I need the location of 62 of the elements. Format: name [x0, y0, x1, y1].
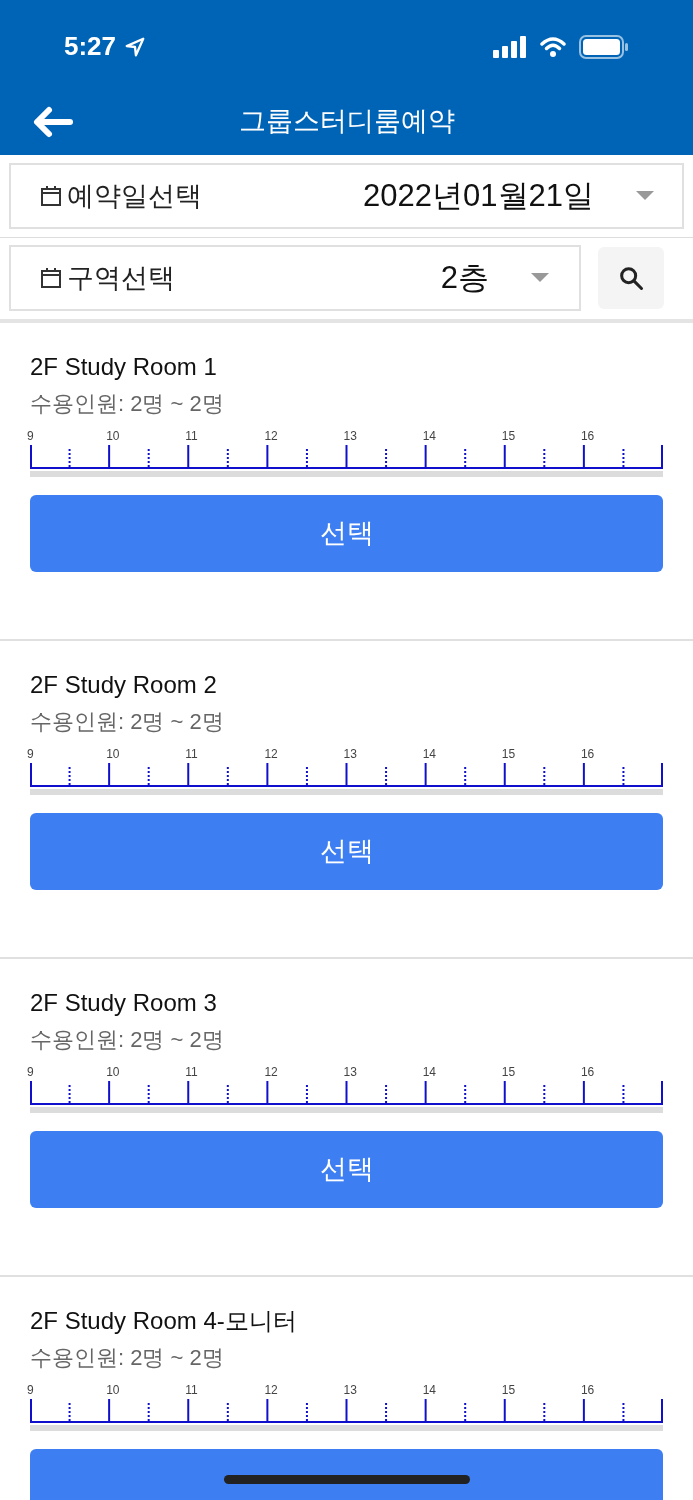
room-name: 2F Study Room 1 [30, 352, 218, 382]
hour-label: 10 [106, 1383, 120, 1397]
calendar-icon [39, 184, 63, 208]
select-button[interactable]: 선택 [30, 495, 663, 572]
hour-label: 12 [264, 747, 278, 761]
hour-label: 11 [185, 747, 198, 761]
hour-label: 9 [27, 1065, 34, 1079]
hour-label: 11 [185, 1065, 198, 1079]
date-select-value: 2022년01월21일 [363, 176, 594, 215]
search-button[interactable] [598, 247, 664, 309]
hour-label: 13 [343, 747, 357, 761]
hour-label: 9 [27, 747, 34, 761]
hour-label: 9 [27, 1383, 34, 1397]
hour-label: 12 [264, 1065, 278, 1079]
room-name: 2F Study Room 2 [30, 670, 218, 700]
wifi-icon [539, 35, 567, 58]
calendar-icon [39, 266, 63, 290]
hour-label: 15 [501, 747, 516, 761]
hour-label: 14 [422, 1065, 436, 1079]
hour-label: 11 [185, 1383, 198, 1397]
select-button[interactable]: 선택 [30, 1131, 663, 1208]
area-select-label: 구역선택 [67, 261, 175, 295]
room-capacity: 수용인원: 2명 ~ 2명 [30, 708, 225, 736]
back-arrow-icon [32, 105, 74, 139]
hour-label: 11 [185, 429, 198, 443]
hour-label: 13 [343, 1065, 357, 1079]
hour-label: 16 [580, 1065, 595, 1079]
select-button[interactable]: 선택 [30, 813, 663, 890]
hour-label: 10 [106, 429, 120, 443]
hour-label: 13 [343, 1383, 357, 1397]
status-time: 5:27 [64, 30, 117, 63]
area-select[interactable]: 구역선택 2층 [9, 245, 581, 311]
date-select[interactable]: 예약일선택 2022년01월21일 [9, 163, 684, 229]
hour-label: 10 [106, 1065, 120, 1079]
battery-icon [579, 34, 629, 59]
hour-label: 13 [343, 429, 357, 443]
hour-label: 15 [501, 1065, 516, 1079]
signal-icon [493, 35, 527, 58]
hour-label: 14 [422, 1383, 436, 1397]
search-icon [617, 264, 645, 292]
room-capacity: 수용인원: 2명 ~ 2명 [30, 1344, 225, 1372]
room-name: 2F Study Room 4-모니터 [30, 1306, 298, 1336]
hour-label: 16 [580, 429, 595, 443]
hour-label: 12 [264, 1383, 278, 1397]
hour-label: 16 [580, 747, 595, 761]
area-select-value: 2층 [440, 258, 489, 297]
caret-icon [636, 191, 654, 201]
hour-label: 10 [106, 747, 120, 761]
date-select-label: 예약일선택 [67, 179, 202, 213]
room-name: 2F Study Room 3 [30, 988, 218, 1018]
hour-label: 14 [422, 747, 436, 761]
hour-label: 14 [422, 429, 436, 443]
hour-label: 15 [501, 1383, 516, 1397]
hour-label: 15 [501, 429, 516, 443]
page-title: 그룹스터디룸예약 [238, 104, 455, 138]
hour-label: 16 [580, 1383, 595, 1397]
hour-label: 12 [264, 429, 278, 443]
caret-icon [531, 273, 549, 283]
location-arrow-icon [124, 35, 147, 58]
room-capacity: 수용인원: 2명 ~ 2명 [30, 390, 225, 418]
hour-label: 9 [27, 429, 34, 443]
room-capacity: 수용인원: 2명 ~ 2명 [30, 1026, 225, 1054]
